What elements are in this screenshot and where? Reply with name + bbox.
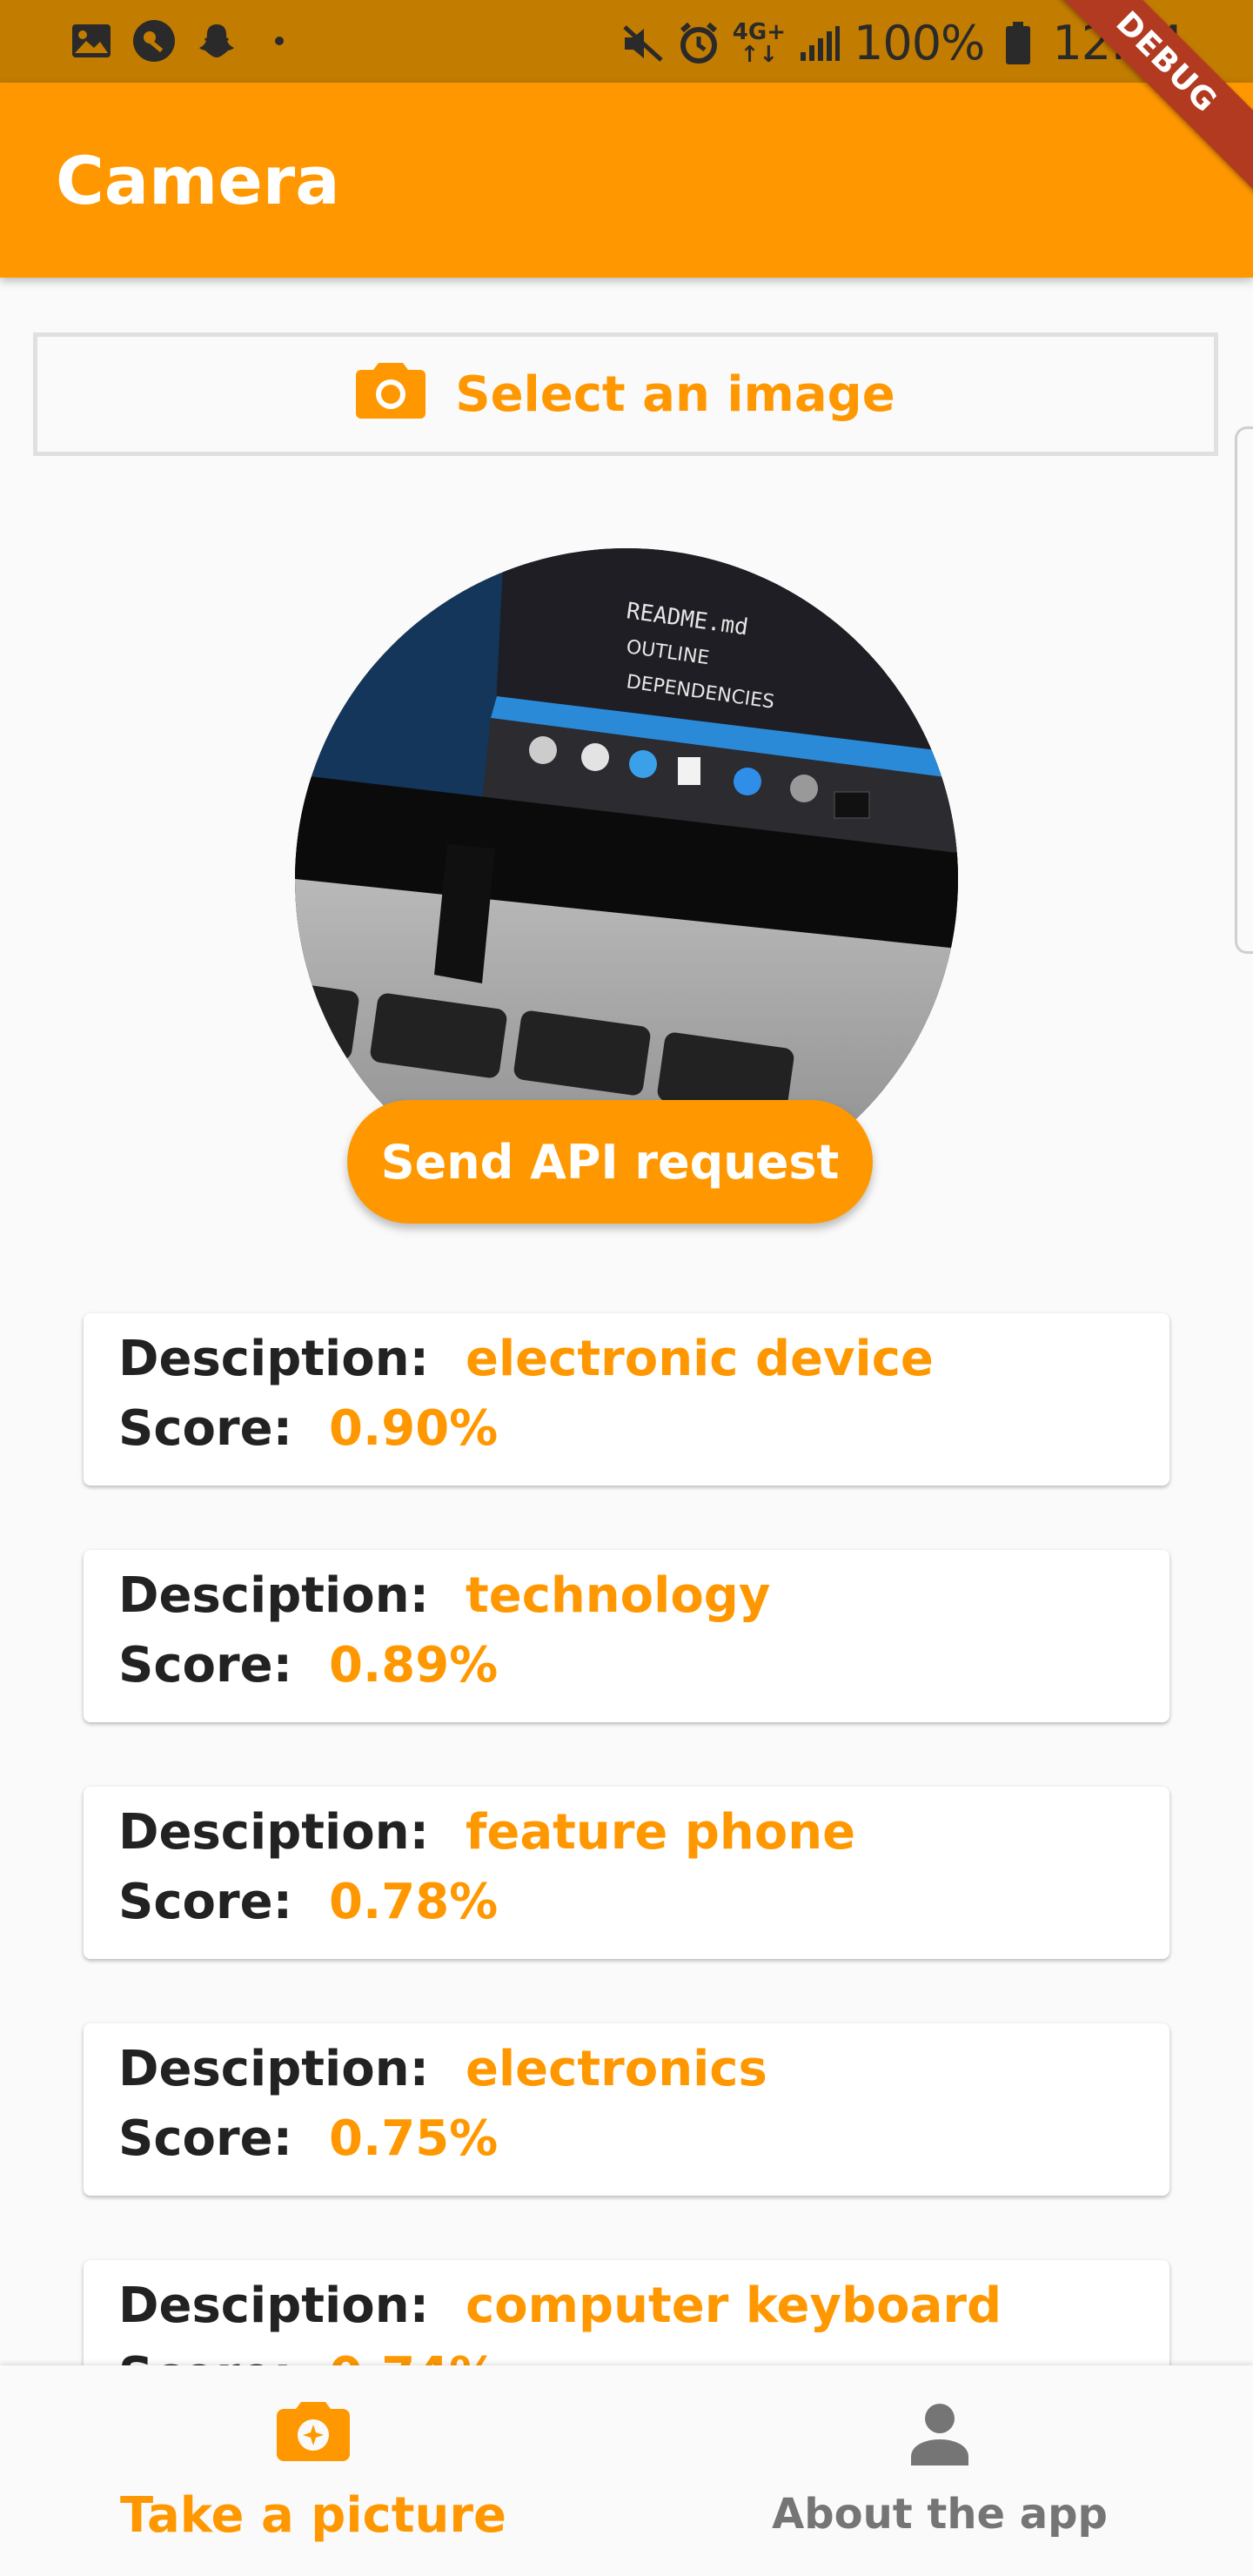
dot-icon (258, 19, 301, 63)
alarm-icon (677, 22, 720, 65)
gallery-icon (70, 19, 113, 63)
app-bar: Camera (0, 83, 1253, 278)
score-label: Score: (118, 1874, 292, 1930)
result-card: Desciption: electronics Score: 0.75% (84, 2023, 1169, 2196)
result-card: Desciption: electronic device Score: 0.90% (84, 1313, 1169, 1486)
mute-icon (621, 22, 665, 65)
score-value: 0.75% (329, 2110, 499, 2167)
description-label: Desciption: (118, 1567, 429, 1624)
signal-icon (798, 22, 841, 65)
person-icon (909, 2403, 970, 2476)
send-api-request-label: Send API request (380, 1134, 840, 1190)
score-value: 0.78% (329, 1874, 499, 1930)
nav-take-picture[interactable]: Take a picture (0, 2365, 626, 2576)
camera-add-icon (277, 2398, 350, 2473)
nav-about-app[interactable]: About the app (626, 2365, 1253, 2576)
select-image-button[interactable]: Select an image (33, 332, 1218, 456)
description-value: electronic device (465, 1331, 934, 1387)
network-type: 4G+ ↑↓ (732, 18, 786, 68)
send-api-request-button[interactable]: Send API request (347, 1100, 873, 1224)
key-icon (132, 19, 176, 63)
description-label: Desciption: (118, 2277, 429, 2334)
scroll-handle[interactable] (1235, 426, 1253, 954)
bottom-navigation: Take a picture About the app (0, 2365, 1253, 2576)
description-value: feature phone (465, 1804, 856, 1861)
description-value: technology (465, 1567, 771, 1624)
description-label: Desciption: (118, 2041, 429, 2097)
nav-about-app-label: About the app (772, 2490, 1108, 2539)
score-value: 0.89% (329, 1637, 499, 1694)
description-label: Desciption: (118, 1331, 429, 1387)
page-title: Camera (56, 142, 340, 219)
description-label: Desciption: (118, 1804, 429, 1861)
camera-icon (356, 358, 426, 431)
score-label: Score: (118, 2110, 292, 2167)
result-card: Desciption: technology Score: 0.89% (84, 1550, 1169, 1722)
battery-icon (996, 21, 1040, 65)
nav-take-picture-label: Take a picture (120, 2486, 506, 2544)
select-image-label: Select an image (455, 366, 895, 423)
score-label: Score: (118, 1637, 292, 1694)
status-left-icons (70, 19, 301, 63)
results-list: Desciption: electronic device Score: 0.90%… (84, 1313, 1169, 2497)
status-bar: 4G+↑↓ 100% 12:24 (0, 0, 1253, 83)
snapchat-icon (195, 19, 238, 63)
score-label: Score: (118, 1400, 292, 1457)
battery-percent: 100% (853, 16, 985, 70)
score-value: 0.90% (329, 1400, 499, 1457)
description-value: electronics (465, 2041, 767, 2097)
description-value: computer keyboard (465, 2277, 1002, 2334)
result-card: Desciption: feature phone Score: 0.78% (84, 1787, 1169, 1959)
